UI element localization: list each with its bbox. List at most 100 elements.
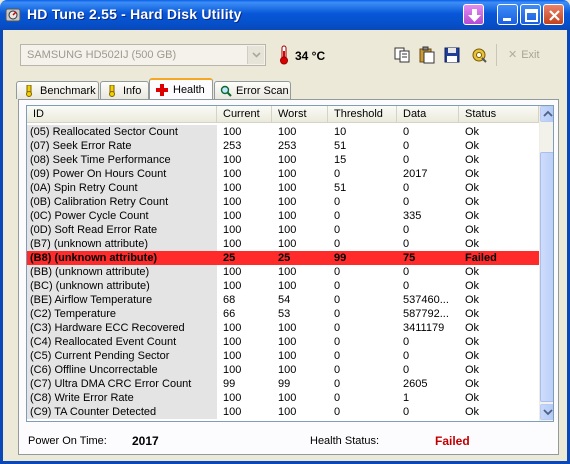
cell-current: 100 [223, 168, 242, 180]
exit-button[interactable]: ✕ Exit [508, 48, 540, 61]
toolbar: SAMSUNG HD502IJ (500 GB) 34 °C ✕ Exit [15, 41, 560, 71]
cell-current: 100 [223, 196, 242, 208]
table-row[interactable]: (0B) Calibration Retry Count 100 100 0 0 Ok [27, 195, 539, 209]
cell-status: Ok [465, 308, 480, 320]
options-wrench-icon[interactable] [470, 46, 488, 64]
save-icon[interactable] [443, 46, 461, 64]
smart-attribute-list[interactable]: ID Current Worst Threshold Data Status (… [26, 105, 554, 422]
scrollbar-thumb[interactable] [540, 152, 553, 402]
minimize-button[interactable] [497, 4, 518, 25]
cell-data: 0 [403, 280, 410, 292]
cell-data: 0 [403, 196, 410, 208]
cell-worst: 54 [278, 294, 291, 306]
toolbar-separator [496, 44, 497, 66]
cell-current: 100 [223, 210, 242, 222]
close-button[interactable] [543, 4, 564, 25]
benchmark-icon [26, 85, 32, 97]
table-row[interactable]: (C6) Offline Uncorrectable 100 100 0 0 Ok [27, 363, 539, 377]
table-row[interactable]: (C9) TA Counter Detected 100 100 0 0 Ok [27, 405, 539, 419]
cell-status: Ok [465, 140, 480, 152]
table-row[interactable]: (B8) (unknown attribute) 25 25 99 75 Failed [27, 251, 539, 265]
clipboard-icon[interactable] [418, 46, 436, 64]
download-button[interactable] [463, 4, 484, 25]
cell-status: Ok [465, 406, 480, 418]
health-status-label: Health Status: [310, 435, 380, 447]
cell-current: 99 [223, 378, 236, 390]
tab-label: Error Scan [236, 85, 289, 97]
cell-threshold: 0 [334, 364, 341, 376]
table-row[interactable]: (B7) (unknown attribute) 100 100 0 0 Ok [27, 237, 539, 251]
cell-id: (0C) Power Cycle Count [27, 209, 217, 223]
table-row[interactable]: (0A) Spin Retry Count 100 100 51 0 Ok [27, 181, 539, 195]
cell-data: 0 [403, 126, 410, 138]
cell-worst: 25 [278, 252, 291, 264]
cell-threshold: 0 [334, 308, 341, 320]
table-row[interactable]: (C3) Hardware ECC Recovered 100 100 0 341117… [27, 321, 539, 335]
cell-data: 335 [403, 210, 422, 222]
cell-current: 100 [223, 364, 242, 376]
scroll-up-button[interactable] [540, 106, 553, 122]
tab-health[interactable]: Health [149, 78, 213, 100]
cell-data: 0 [403, 406, 410, 418]
cell-id: (08) Seek Time Performance [27, 153, 217, 167]
cell-current: 100 [223, 182, 242, 194]
table-row[interactable]: (C4) Reallocated Event Count 100 100 0 0 Ok [27, 335, 539, 349]
scroll-down-button[interactable] [540, 404, 553, 420]
cell-data: 0 [403, 182, 410, 194]
cell-worst: 100 [278, 266, 297, 278]
vertical-scrollbar[interactable] [539, 106, 553, 421]
table-row[interactable]: (05) Reallocated Sector Count 100 100 10 0 Ok [27, 125, 539, 139]
table-row[interactable]: (0C) Power Cycle Count 100 100 0 335 Ok [27, 209, 539, 223]
chevron-down-icon[interactable] [247, 46, 264, 64]
cell-worst: 100 [278, 322, 297, 334]
cell-status: Ok [465, 196, 480, 208]
table-row[interactable]: (C7) Ultra DMA CRC Error Count 99 99 0 2605 O… [27, 377, 539, 391]
table-row[interactable]: (07) Seek Error Rate 253 253 51 0 Ok [27, 139, 539, 153]
cell-worst: 100 [278, 196, 297, 208]
list-header: ID Current Worst Threshold Data Status [27, 106, 539, 123]
column-header-current[interactable]: Current [217, 106, 272, 123]
table-row[interactable]: (0D) Soft Read Error Rate 100 100 0 0 Ok [27, 223, 539, 237]
cell-threshold: 0 [334, 224, 341, 236]
cell-data: 0 [403, 154, 410, 166]
table-row[interactable]: (08) Seek Time Performance 100 100 15 0 Ok [27, 153, 539, 167]
cell-worst: 100 [278, 154, 297, 166]
cell-worst: 100 [278, 364, 297, 376]
cell-status: Ok [465, 378, 480, 390]
cell-status: Ok [465, 126, 480, 138]
cell-status: Ok [465, 350, 480, 362]
column-header-worst[interactable]: Worst [272, 106, 328, 123]
table-row[interactable]: (BE) Airflow Temperature 68 54 0 537460... Ok [27, 293, 539, 307]
drive-select[interactable]: SAMSUNG HD502IJ (500 GB) [20, 44, 266, 66]
column-header-status[interactable]: Status [459, 106, 539, 123]
table-row[interactable]: (C5) Current Pending Sector 100 100 0 0 Ok [27, 349, 539, 363]
cell-current: 100 [223, 126, 242, 138]
cell-status: Failed [465, 252, 497, 264]
tab-benchmark[interactable]: Benchmark [16, 81, 99, 99]
table-row[interactable]: (09) Power On Hours Count 100 100 0 2017 Ok [27, 167, 539, 181]
tab-info[interactable]: Info [100, 81, 149, 99]
cell-current: 100 [223, 406, 242, 418]
cell-worst: 100 [278, 336, 297, 348]
table-row[interactable]: (C8) Write Error Rate 100 100 0 1 Ok [27, 391, 539, 405]
cell-current: 253 [223, 140, 242, 152]
table-row[interactable]: (C2) Temperature 66 53 0 587792... Ok [27, 307, 539, 321]
cell-id: (0A) Spin Retry Count [27, 181, 217, 195]
info-icon [109, 85, 115, 97]
table-row[interactable]: (BC) (unknown attribute) 100 100 0 0 Ok [27, 279, 539, 293]
cell-current: 25 [223, 252, 236, 264]
cell-id: (C3) Hardware ECC Recovered [27, 321, 217, 335]
column-header-data[interactable]: Data [397, 106, 459, 123]
copy-icon[interactable] [393, 46, 411, 64]
table-row[interactable]: (BB) (unknown attribute) 100 100 0 0 Ok [27, 265, 539, 279]
tab-error-scan[interactable]: Error Scan [214, 81, 291, 99]
cell-id: (C4) Reallocated Event Count [27, 335, 217, 349]
cell-current: 100 [223, 322, 242, 334]
health-panel: ID Current Worst Threshold Data Status (… [18, 99, 559, 455]
title-bar[interactable]: HD Tune 2.55 - Hard Disk Utility [0, 0, 570, 30]
column-header-id[interactable]: ID [27, 106, 217, 123]
tab-label: Benchmark [40, 85, 96, 97]
column-header-threshold[interactable]: Threshold [328, 106, 397, 123]
cell-id: (BC) (unknown attribute) [27, 279, 217, 293]
maximize-button[interactable] [520, 4, 541, 25]
